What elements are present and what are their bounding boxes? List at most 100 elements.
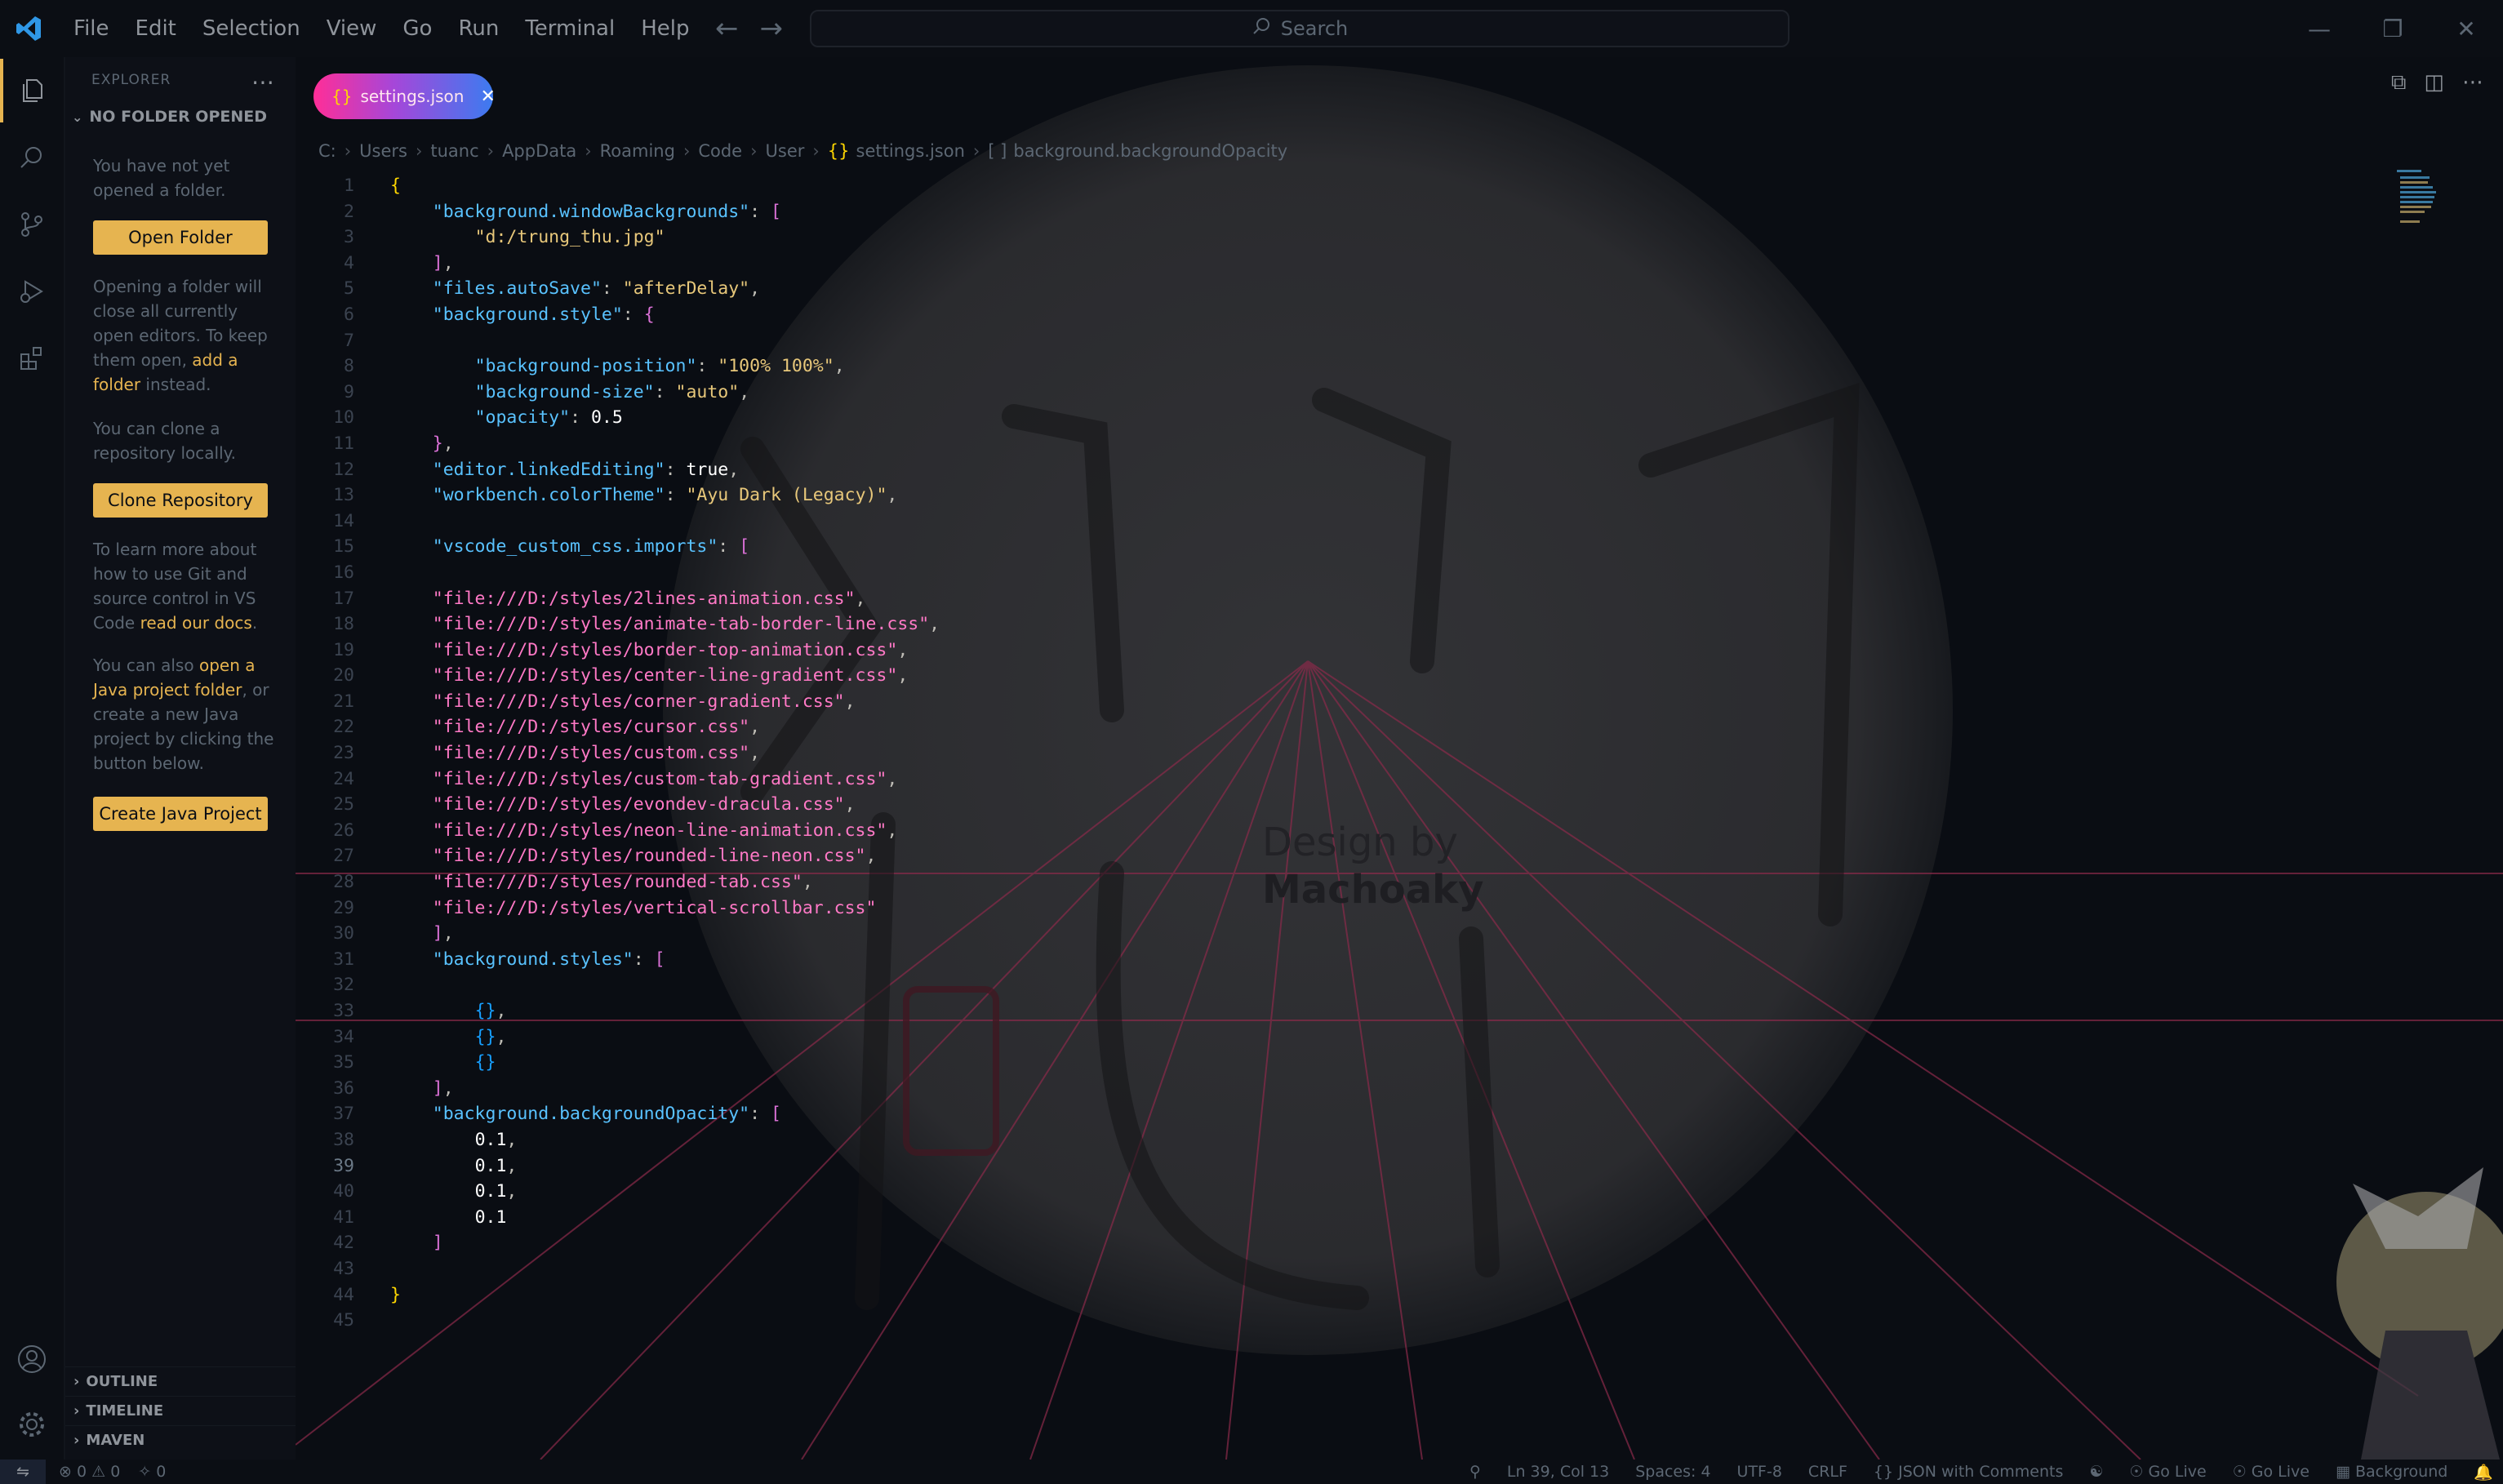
more-actions-icon[interactable]: ⋯ xyxy=(2462,70,2483,96)
code-line[interactable]: 39 0.1, xyxy=(296,1153,2418,1180)
breadcrumb-symbol[interactable]: background.backgroundOpacity xyxy=(1013,141,1287,161)
menu-terminal[interactable]: Terminal xyxy=(512,0,628,57)
explorer-icon[interactable] xyxy=(0,59,64,122)
code-line[interactable]: 9 "background-size": "auto", xyxy=(296,380,2418,406)
minimize-icon[interactable]: — xyxy=(2283,0,2356,57)
run-debug-icon[interactable] xyxy=(0,260,64,323)
encoding[interactable]: UTF-8 xyxy=(1737,1463,1782,1481)
open-preview-icon[interactable]: ⧉ xyxy=(2391,70,2407,96)
menu-run[interactable]: Run xyxy=(445,0,512,57)
code-line[interactable]: 23 "file:///D:/styles/custom.css", xyxy=(296,740,2418,766)
code-line[interactable]: 10 "opacity": 0.5 xyxy=(296,405,2418,431)
code-line[interactable]: 14 xyxy=(296,509,2418,535)
breadcrumb-file[interactable]: settings.json xyxy=(856,141,965,161)
clone-repository-button[interactable]: Clone Repository xyxy=(93,483,268,518)
problems-indicator[interactable]: ⊗ 0 ⚠ 0 xyxy=(59,1463,120,1481)
close-icon[interactable]: ✕ xyxy=(2430,0,2503,57)
code-line[interactable]: 19 "file:///D:/styles/border-top-animati… xyxy=(296,638,2418,664)
code-line[interactable]: 13 "workbench.colorTheme": "Ayu Dark (Le… xyxy=(296,482,2418,509)
timeline-section[interactable]: › TIMELINE xyxy=(65,1396,296,1425)
account-icon[interactable] xyxy=(0,1327,64,1391)
search-view-icon[interactable] xyxy=(0,126,64,189)
menu-selection[interactable]: Selection xyxy=(189,0,313,57)
menu-help[interactable]: Help xyxy=(628,0,702,57)
go-live-button[interactable]: ☉ Go Live xyxy=(2129,1463,2206,1481)
code-line[interactable]: 18 "file:///D:/styles/animate-tab-border… xyxy=(296,611,2418,638)
code-line[interactable]: 33 {}, xyxy=(296,998,2418,1024)
code-line[interactable]: 5 "files.autoSave": "afterDelay", xyxy=(296,276,2418,302)
code-line[interactable]: 32 xyxy=(296,972,2418,998)
end-of-line[interactable]: CRLF xyxy=(1808,1463,1847,1481)
code-line[interactable]: 37 "background.backgroundOpacity": [ xyxy=(296,1101,2418,1127)
code-line[interactable]: 4 ], xyxy=(296,251,2418,277)
arrow-right-icon[interactable]: → xyxy=(760,12,784,45)
maven-section[interactable]: › MAVEN xyxy=(65,1425,296,1455)
command-center-search[interactable]: Search xyxy=(810,10,1789,47)
code-line[interactable]: 41 0.1 xyxy=(296,1205,2418,1231)
code-line[interactable]: 6 "background.style": { xyxy=(296,302,2418,328)
code-line[interactable]: 2 "background.windowBackgrounds": [ xyxy=(296,199,2418,225)
code-line[interactable]: 24 "file:///D:/styles/custom-tab-gradien… xyxy=(296,766,2418,793)
code-line[interactable]: 29 "file:///D:/styles/vertical-scrollbar… xyxy=(296,895,2418,922)
code-line[interactable]: 8 "background-position": "100% 100%", xyxy=(296,353,2418,380)
zoom-icon[interactable]: ⚲ xyxy=(1469,1463,1481,1481)
breadcrumb-item[interactable]: Code xyxy=(698,141,742,161)
breadcrumb-item[interactable]: tuanc xyxy=(430,141,478,161)
menu-file[interactable]: File xyxy=(60,0,122,57)
notifications-bell-icon[interactable]: 🔔 xyxy=(2474,1463,2493,1482)
settings-gear-icon[interactable] xyxy=(0,1393,64,1456)
breadcrumb-item[interactable]: Users xyxy=(359,141,407,161)
code-line[interactable]: 1{ xyxy=(296,173,2418,199)
cursor-position[interactable]: Ln 39, Col 13 xyxy=(1507,1463,1609,1481)
code-line[interactable]: 36 ], xyxy=(296,1076,2418,1102)
breadcrumb-item[interactable]: C: xyxy=(318,141,336,161)
language-mode[interactable]: {} JSON with Comments xyxy=(1874,1463,2063,1481)
no-folder-section-header[interactable]: ⌄ NO FOLDER OPENED xyxy=(72,108,267,126)
code-line[interactable]: 42 ] xyxy=(296,1230,2418,1256)
code-line[interactable]: 31 "background.styles": [ xyxy=(296,947,2418,973)
menu-edit[interactable]: Edit xyxy=(122,0,189,57)
open-folder-button[interactable]: Open Folder xyxy=(93,220,268,255)
code-line[interactable]: 21 "file:///D:/styles/corner-gradient.cs… xyxy=(296,689,2418,715)
code-line[interactable]: 35 {} xyxy=(296,1050,2418,1076)
minimap[interactable] xyxy=(2397,170,2438,243)
split-editor-icon[interactable]: ◫ xyxy=(2424,70,2444,96)
read-docs-link[interactable]: read our docs xyxy=(140,613,252,633)
code-line[interactable]: 12 "editor.linkedEditing": true, xyxy=(296,457,2418,483)
code-line[interactable]: 3 "d:/trung_thu.jpg" xyxy=(296,224,2418,251)
code-line[interactable]: 17 "file:///D:/styles/2lines-animation.c… xyxy=(296,586,2418,612)
breadcrumb-item[interactable]: User xyxy=(766,141,805,161)
code-line[interactable]: 45 xyxy=(296,1308,2418,1334)
code-editor[interactable]: 1{2 "background.windowBackgrounds": [3 "… xyxy=(296,173,2418,1334)
code-line[interactable]: 7 xyxy=(296,328,2418,354)
breadcrumb-item[interactable]: Roaming xyxy=(600,141,675,161)
tab-close-icon[interactable]: ✕ xyxy=(480,87,495,107)
arrow-left-icon[interactable]: ← xyxy=(715,12,739,45)
prettier-icon[interactable]: ☯ xyxy=(2089,1463,2103,1481)
tab-settings-json[interactable]: {} settings.json ✕ xyxy=(313,73,496,119)
more-actions-icon[interactable]: ⋯ xyxy=(251,69,274,96)
code-line[interactable]: 38 0.1, xyxy=(296,1127,2418,1153)
indentation[interactable]: Spaces: 4 xyxy=(1635,1463,1710,1481)
menu-go[interactable]: Go xyxy=(389,0,445,57)
extensions-icon[interactable] xyxy=(0,327,64,390)
outline-section[interactable]: › OUTLINE xyxy=(65,1366,296,1396)
ports-indicator[interactable]: ✧ 0 xyxy=(138,1463,166,1481)
code-line[interactable]: 22 "file:///D:/styles/cursor.css", xyxy=(296,714,2418,740)
remote-indicator-icon[interactable]: ⇋ xyxy=(0,1460,46,1484)
code-line[interactable]: 16 xyxy=(296,560,2418,586)
code-line[interactable]: 40 0.1, xyxy=(296,1179,2418,1205)
menu-view[interactable]: View xyxy=(313,0,390,57)
code-line[interactable]: 44} xyxy=(296,1282,2418,1308)
code-line[interactable]: 34 {}, xyxy=(296,1024,2418,1051)
code-line[interactable]: 25 "file:///D:/styles/evondev-dracula.cs… xyxy=(296,792,2418,818)
breadcrumb-item[interactable]: AppData xyxy=(502,141,576,161)
code-line[interactable]: 43 xyxy=(296,1256,2418,1282)
create-java-project-button[interactable]: Create Java Project xyxy=(93,797,268,831)
code-line[interactable]: 20 "file:///D:/styles/center-line-gradie… xyxy=(296,663,2418,689)
restore-icon[interactable]: ❐ xyxy=(2356,0,2430,57)
code-line[interactable]: 15 "vscode_custom_css.imports": [ xyxy=(296,534,2418,560)
code-line[interactable]: 26 "file:///D:/styles/neon-line-animatio… xyxy=(296,818,2418,844)
code-line[interactable]: 27 "file:///D:/styles/rounded-line-neon.… xyxy=(296,843,2418,869)
code-line[interactable]: 28 "file:///D:/styles/rounded-tab.css", xyxy=(296,869,2418,895)
